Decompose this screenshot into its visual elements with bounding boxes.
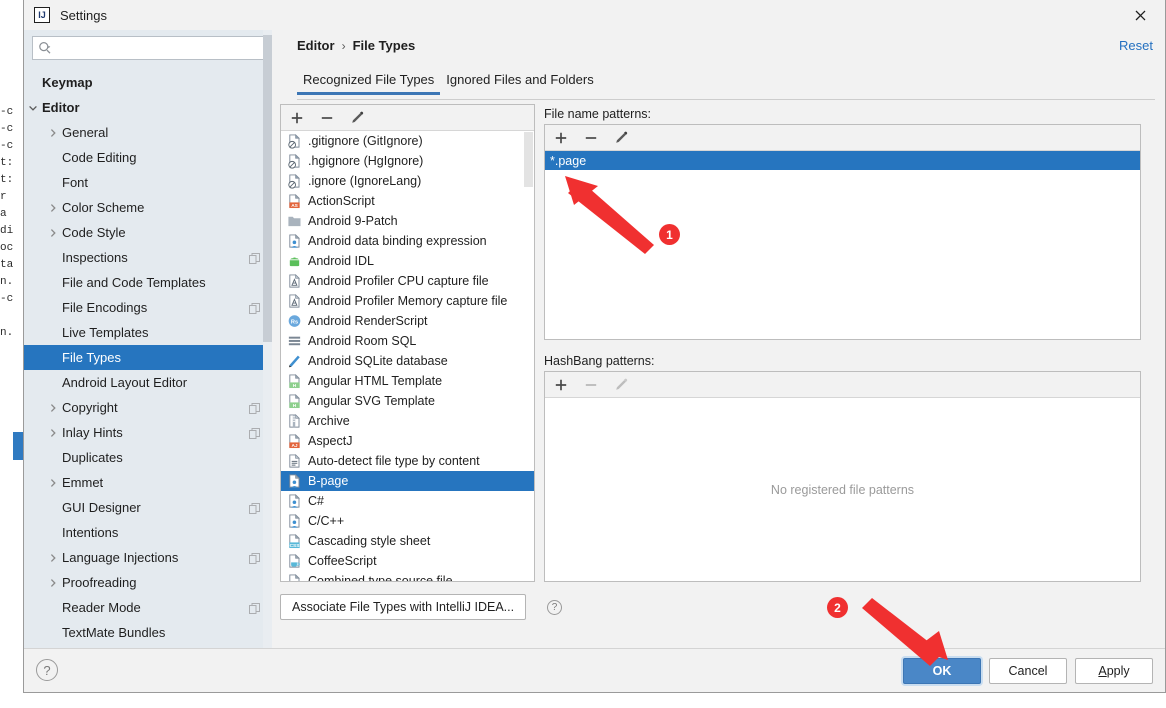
annotation-overlay — [565, 176, 948, 666]
annotation-arrow-2 — [862, 598, 948, 666]
annotation-arrow-1 — [565, 176, 654, 254]
